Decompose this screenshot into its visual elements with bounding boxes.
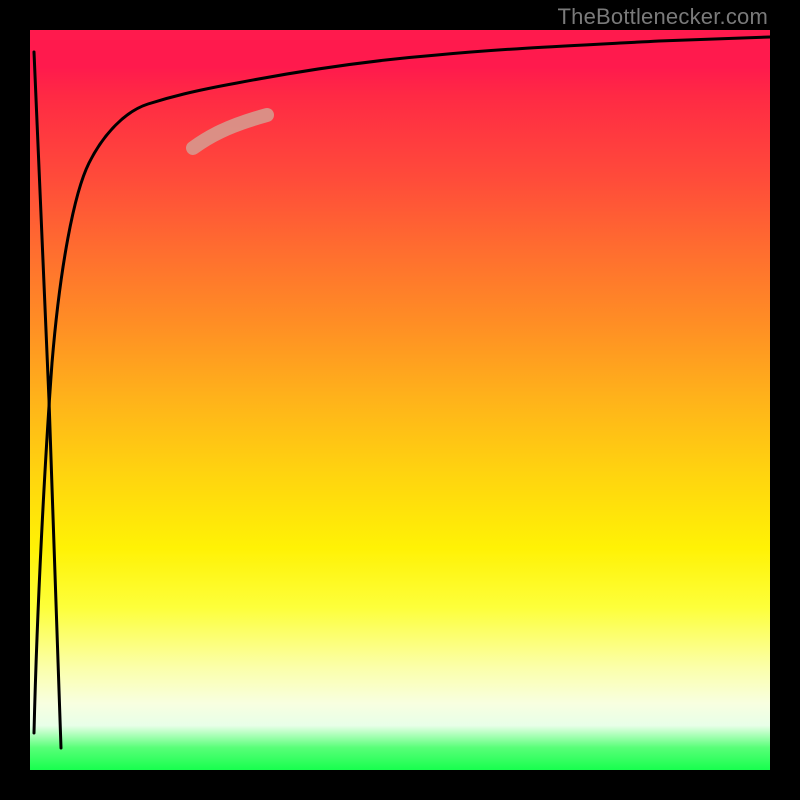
watermark-text: TheBottlenecker.com — [558, 4, 768, 30]
chart-frame: TheBottlenecker.com — [0, 0, 800, 800]
main-curve — [34, 37, 770, 733]
curve-layer — [30, 30, 770, 770]
highlight-segment — [193, 115, 267, 148]
plot-area — [30, 30, 770, 770]
